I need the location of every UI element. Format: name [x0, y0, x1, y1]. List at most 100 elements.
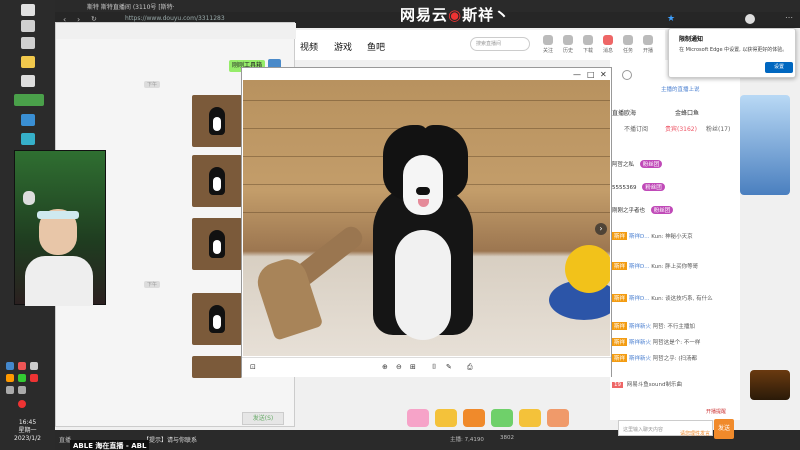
fan-row[interactable]: 阿哲之私 粉丝团: [612, 160, 663, 168]
close-button[interactable]: ✕: [600, 70, 607, 79]
fan-badge[interactable]: 粉丝团: [639, 160, 663, 168]
fan-row[interactable]: 5555369 粉丝团: [612, 183, 665, 191]
send-danmu-button[interactable]: 发送: [714, 419, 734, 439]
fan-badge[interactable]: 粉丝团: [642, 183, 665, 191]
start-live-icon[interactable]: [643, 35, 653, 45]
danmu-tag: 斯祥: [612, 232, 628, 240]
chat-photo-thumbnail[interactable]: [192, 356, 242, 378]
side-ad-banner[interactable]: [740, 95, 790, 195]
profile-avatar[interactable]: [745, 14, 755, 24]
task-view-icon[interactable]: [21, 37, 35, 49]
fan-badge[interactable]: 粉丝团: [650, 206, 674, 214]
nav-game[interactable]: 游戏: [334, 40, 352, 53]
notification-settings-button[interactable]: 设置: [765, 62, 793, 73]
minimize-button[interactable]: —: [573, 70, 581, 79]
tray-icon-1[interactable]: [6, 362, 14, 370]
chat-photo-thumbnail[interactable]: [192, 95, 242, 147]
nav-fishbar[interactable]: 鱼吧: [367, 40, 385, 53]
notification-icon[interactable]: [18, 400, 26, 408]
history-icon[interactable]: [563, 35, 573, 45]
message-icon[interactable]: [603, 35, 613, 45]
danmu-text: 阿哲这是个: 不一样: [652, 340, 701, 346]
clock-app-icon[interactable]: [21, 75, 35, 87]
file-explorer-icon[interactable]: [21, 56, 35, 68]
tray-icon-5[interactable]: [18, 374, 26, 382]
send-button[interactable]: 发送(S): [242, 412, 284, 425]
follow-icon[interactable]: [543, 35, 553, 45]
rank-header[interactable]: 金蜂口鱼: [675, 108, 699, 117]
puppy-image: [209, 230, 225, 258]
wechat-icon[interactable]: [14, 94, 44, 106]
nav-task-label: 任务: [622, 48, 633, 54]
taskbar-clock[interactable]: 16:45 星期一 2023/1/2: [0, 419, 55, 443]
tab-fans[interactable]: 粉丝(17): [706, 124, 730, 133]
download-icon[interactable]: [583, 35, 593, 45]
scrolling-ticker: ABLE 海在直播 - ABL: [70, 440, 150, 450]
danmu-tag: 斯祥: [612, 354, 628, 362]
gift-icon[interactable]: [407, 409, 429, 427]
wifi-icon[interactable]: [6, 386, 14, 394]
save-icon[interactable]: ⎙: [467, 363, 473, 372]
danmu-text: Kun: 谈这技巧系, 有什么: [651, 296, 713, 302]
nav-start-live-label: 开播: [642, 48, 653, 54]
next-image-button[interactable]: ›: [595, 223, 607, 235]
url-bar[interactable]: https://www.douyu.com/3311283: [125, 15, 225, 22]
skull-decoration: [23, 191, 35, 205]
wood-grain: [243, 100, 610, 101]
start-icon[interactable]: [21, 4, 35, 16]
music-logo-icon: ◉: [448, 6, 463, 24]
danmu-text: Kun: 神秘小天京: [651, 234, 693, 240]
danmu-item: 斯祥 斯祥D... Kun: 谈这技巧系, 有什么: [612, 294, 713, 302]
tray-icon-4[interactable]: [6, 374, 14, 382]
zoom-in-icon[interactable]: ⊕: [382, 363, 388, 371]
qq-icon[interactable]: [21, 114, 35, 126]
favorite-star-icon[interactable]: ★: [667, 14, 675, 24]
browser-menu-icon[interactable]: ⋯: [785, 13, 793, 22]
nav-video[interactable]: 视频: [300, 40, 318, 53]
side-ad-game[interactable]: [750, 370, 790, 400]
fit-icon[interactable]: ⊡: [250, 363, 256, 371]
danmu-item: 斯祥 斯祥新火 阿哲: 不行主播加: [612, 322, 695, 330]
gift-icon[interactable]: [435, 409, 457, 427]
streamer-webcam: [14, 150, 106, 306]
danmu-user[interactable]: 斯祥D...: [629, 296, 649, 302]
chat-photo-thumbnail[interactable]: [192, 155, 242, 207]
zoom-out-icon[interactable]: ⊖: [396, 363, 402, 371]
search-input[interactable]: 搜索直播间: [470, 37, 530, 51]
danmu-user[interactable]: 斯祥D...: [629, 264, 649, 270]
edit-icon[interactable]: ✎: [446, 363, 452, 371]
maximize-button[interactable]: □: [587, 70, 595, 79]
actual-size-icon[interactable]: ⊞: [410, 363, 416, 371]
puppy-photo: ›: [243, 80, 610, 356]
gift-icon[interactable]: [491, 409, 513, 427]
tab-vip[interactable]: 贵宾(3162): [665, 124, 697, 133]
task-icon[interactable]: [623, 35, 633, 45]
panel-icon[interactable]: [622, 70, 632, 80]
crop-icon[interactable]: ⌷: [432, 363, 436, 372]
gift-icon[interactable]: [463, 409, 485, 427]
danmu-user[interactable]: 斯祥D...: [629, 234, 649, 240]
tab-title[interactable]: 斯特 斯特直播间 (3110号 [斯特·: [87, 2, 175, 11]
danmu-user[interactable]: 斯祥新火: [629, 324, 651, 330]
tray-icon-6[interactable]: [30, 374, 38, 382]
tray-icon-3[interactable]: [30, 362, 38, 370]
host-label[interactable]: 主播的直播上说: [661, 85, 700, 93]
fan-row[interactable]: 刚刚之乎者也 粉丝团: [612, 206, 674, 214]
edge-icon[interactable]: [21, 133, 35, 145]
puppy-image: [209, 305, 225, 333]
chat-photo-thumbnail[interactable]: [192, 218, 242, 270]
search-icon[interactable]: [21, 20, 35, 32]
tray-icon-2[interactable]: [18, 362, 26, 370]
danmu-user[interactable]: 斯祥新火: [629, 356, 651, 362]
chat-photo-thumbnail[interactable]: [192, 293, 242, 345]
danmu-user[interactable]: 斯祥新火: [629, 340, 651, 346]
gift-icon[interactable]: [519, 409, 541, 427]
tab-sub[interactable]: 不播订阅: [624, 124, 648, 133]
streamer-shirt: [25, 256, 93, 306]
gift-icon[interactable]: [547, 409, 569, 427]
remind-label[interactable]: 开播提醒: [706, 408, 726, 415]
live-header: 直播欧海: [612, 110, 637, 117]
danmu-item: 斯祥 斯祥D... Kun: 胖上买你等哥: [612, 262, 698, 270]
danmu-text: 阿哲: 不行主播加: [652, 324, 695, 330]
volume-icon[interactable]: [18, 386, 26, 394]
